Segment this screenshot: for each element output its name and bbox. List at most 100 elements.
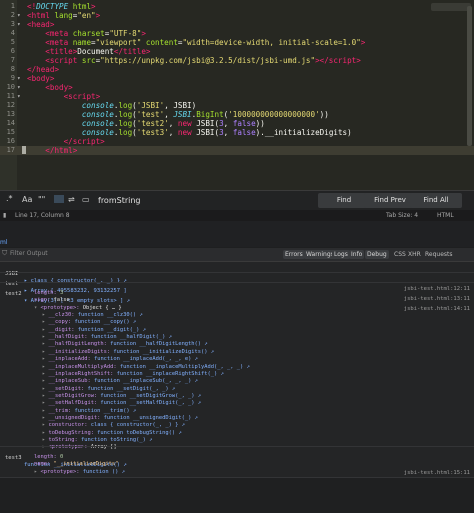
regex-icon[interactable]: .* [6,194,13,203]
tree-node[interactable]: ▸ __inplaceMultiplyAdd: function __inpla… [42,364,250,371]
code-token: > [95,92,101,101]
devtools-tab-label[interactable]: ml [0,239,8,246]
code-token: < [27,47,50,56]
tree-node[interactable]: sign: false [34,297,70,304]
code-line[interactable]: 3 ▾ <head> [0,20,474,29]
property-key: __clz30: [48,312,75,319]
code-token: ).__initializeDigits) [255,128,352,137]
code-token: </ [27,137,73,146]
fold-arrow-icon[interactable]: ▾ [17,83,21,92]
tree-node[interactable]: ▸ toString: function toString(_) ↗ [42,437,152,444]
property-key: __inplaceMultiplyAdd: [48,363,117,370]
code-token: "UTF-8" [109,29,142,38]
tree-node[interactable]: ▸ constructor: class { constructor(_, _)… [42,422,185,429]
code-token: console [27,101,114,110]
tree-node[interactable]: ▸ toDebugString: function toDebugString(… [42,430,182,437]
code-token: log [118,110,133,119]
code-token: "width=device-width, initial-scale=1.0" [182,38,361,47]
property-key: length: [34,290,57,296]
vertical-scrollbar[interactable] [467,6,472,146]
code-line[interactable]: 11 ▾ <script> [0,92,474,101]
line-number: 4 [10,29,15,37]
fold-arrow-icon[interactable]: ▾ [17,74,21,83]
tree-node[interactable]: length: 3 [34,290,63,297]
wrap-icon[interactable]: ⇌ [68,195,75,204]
fold-arrow-icon[interactable]: ▾ [17,20,21,29]
property-value: function toString(_) ↗ [77,437,153,443]
tree-node[interactable]: ▸ __unsignedDigit: function __unsignedDi… [42,415,198,422]
find-all-button[interactable]: Find All [410,193,462,208]
panel-icon[interactable]: ▮ [3,212,6,219]
syntax-mode[interactable]: HTML [437,212,454,219]
tree-node[interactable]: ▸ __setDigit: function __setDigit(_, _) … [42,386,175,393]
code-editor[interactable]: 1 <!DOCTYPE html> 2 ▾ <html lang="en"> 3 ▾ <hea… [0,0,474,190]
find-prev-button[interactable]: Find Prev [364,193,416,208]
property-value: false [50,297,70,304]
code-line[interactable]: 7 <script src="https://unpkg.com/jsbi@3.… [0,56,474,65]
find-input[interactable]: fromString [98,194,316,207]
code-line[interactable]: 15 console.log('test3', new JSBI(3, fals… [0,128,474,137]
xhr-button[interactable]: XHR [406,250,423,259]
find-button[interactable]: Find [318,193,370,208]
errors-button[interactable]: Errors [283,250,305,259]
info-button[interactable]: Info [349,250,365,259]
code-line[interactable]: 13 console.log('test', JSBI.BigInt('1000… [0,110,474,119]
tree-node[interactable]: ▸ __inplaceAdd: function __inplaceAdd(_,… [42,356,198,363]
tree-node[interactable]: ▸ __halfDigit: function __halfDigit(_) ↗ [42,334,172,341]
code-line[interactable]: 12 console.log('JSBI', JSBI) [0,101,474,110]
tree-node[interactable]: name: "__initializeDigits" [34,461,118,468]
property-value: function toDebugString() ↗ [93,429,182,436]
code-line[interactable]: 1 <!DOCTYPE html> [0,2,474,11]
highlight-icon[interactable]: ▭ [82,195,90,204]
line-text: </script> [27,137,105,146]
in-selection-icon[interactable] [54,195,64,203]
case-toggle[interactable]: Aa [22,195,32,204]
tree-node[interactable]: ▸ __initializeDigits: function __initial… [42,349,214,356]
console-panel: ⛉ Filter Output Errors Warnings Logs Inf… [0,248,474,513]
tree-node[interactable]: ▸ __setHalfDigit: function __setHalfDigi… [42,400,201,407]
code-token: BigInt [196,110,224,119]
fold-arrow-icon[interactable]: ▾ [17,11,21,20]
code-line[interactable]: 17 </html> [0,146,474,155]
tree-node[interactable]: ▾ <prototype>: Object { … } [34,305,122,312]
tree-node[interactable]: ▸ __inplaceRightShift: function __inplac… [42,371,224,378]
logs-button[interactable]: Logs [332,250,350,259]
tree-node[interactable]: ▸ <prototype>: function () ↗ [34,469,125,476]
debug-button[interactable]: Debug [365,250,389,259]
tree-node[interactable]: ▸ __setDigitGrow: function __setDigitGro… [42,393,201,400]
code-line[interactable]: 5 <meta name="viewport" content="width=d… [0,38,474,47]
tree-node[interactable]: ▸ __digit: function __digit(_) ↗ [42,327,146,334]
filter-input[interactable]: Filter Output [10,250,48,257]
code-token: > [91,2,96,11]
requests-button[interactable]: Requests [423,250,455,259]
line-number: 11 [6,92,15,100]
code-line[interactable]: 6 <title>Document</title> [0,47,474,56]
property-key: __digit: [48,326,75,333]
code-token: 'test3' [136,128,169,137]
line-text: <body> [27,83,72,92]
whole-word-toggle[interactable]: "" [38,195,45,204]
code-line[interactable]: 9 ▾ <body> [0,74,474,83]
console-input[interactable] [0,478,474,513]
line-text: console.log('JSBI', JSBI) [27,101,196,110]
code-line[interactable]: 14 console.log('test2', new JSBI(3, fals… [0,119,474,128]
tree-node[interactable]: ▸ __inplaceSub: function __inplaceSub(_,… [42,378,198,385]
code-line[interactable]: 4 <meta charset="UTF-8"> [0,29,474,38]
code-line[interactable]: 16 </script> [0,137,474,146]
tab-size[interactable]: Tab Size: 4 [386,212,418,219]
tree-node[interactable]: ▸ __clz30: function __clz30() ↗ [42,312,143,319]
code-line[interactable]: 10 ▾ <body> [0,83,474,92]
code-token: 'JSBI' [136,101,165,110]
tree-node[interactable]: ▸ __copy: function __copy() ↗ [42,319,136,326]
code-line[interactable]: 8 </head> [0,65,474,74]
source-link[interactable]: jsbi-test.html:14:11 [404,306,470,314]
tree-node[interactable]: ▸ __trim: function __trim() ↗ [42,408,136,415]
code-token: new [177,128,192,137]
fold-arrow-icon[interactable]: ▾ [17,92,21,101]
tree-node[interactable]: ▸ __halfDigitLength: function __halfDigi… [42,341,208,348]
property-value: function __setHalfDigit(_, _) ↗ [97,400,202,407]
tree-node[interactable]: length: 0 [34,454,63,461]
property-key: __inplaceAdd: [48,356,91,363]
minimap-button[interactable] [431,3,471,11]
code-line[interactable]: 2 ▾ <html lang="en"> [0,11,474,20]
